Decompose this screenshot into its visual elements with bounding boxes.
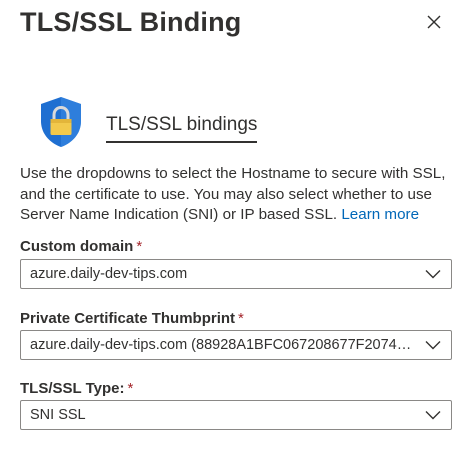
certificate-label-text: Private Certificate Thumbprint <box>20 310 236 327</box>
certificate-value: azure.daily-dev-tips.com (88928A1BFC0672… <box>30 337 415 353</box>
section-header <box>38 92 84 152</box>
tls-type-label: TLS/SSL Type: * <box>20 379 133 399</box>
close-button[interactable] <box>418 6 450 38</box>
custom-domain-label: Custom domain * <box>20 237 142 257</box>
tls-type-value: SNI SSL <box>30 407 86 423</box>
tls-type-label-text: TLS/SSL Type: <box>20 380 125 397</box>
tls-type-dropdown[interactable]: SNI SSL <box>20 400 452 430</box>
close-icon[interactable] <box>426 14 442 30</box>
required-mark: * <box>238 310 244 327</box>
certificate-dropdown[interactable]: azure.daily-dev-tips.com (88928A1BFC0672… <box>20 330 452 360</box>
panel-title: TLS/SSL Binding <box>20 7 242 37</box>
required-mark: * <box>127 380 134 397</box>
custom-domain-label-text: Custom domain <box>20 238 134 255</box>
custom-domain-dropdown[interactable]: azure.daily-dev-tips.com <box>20 259 452 289</box>
required-mark: * <box>136 238 143 255</box>
section-title: TLS/SSL bindings <box>106 114 258 143</box>
custom-domain-value: azure.daily-dev-tips.com <box>30 266 188 282</box>
chevron-down-icon[interactable] <box>415 401 451 429</box>
description: Use the dropdowns to select the Hostname… <box>20 164 460 226</box>
chevron-down-icon[interactable] <box>415 331 451 359</box>
shield-lock-icon <box>41 97 81 147</box>
learn-more-link[interactable]: Learn more <box>341 206 419 223</box>
chevron-down-icon[interactable] <box>415 260 451 288</box>
certificate-label: Private Certificate Thumbprint * <box>20 309 244 329</box>
